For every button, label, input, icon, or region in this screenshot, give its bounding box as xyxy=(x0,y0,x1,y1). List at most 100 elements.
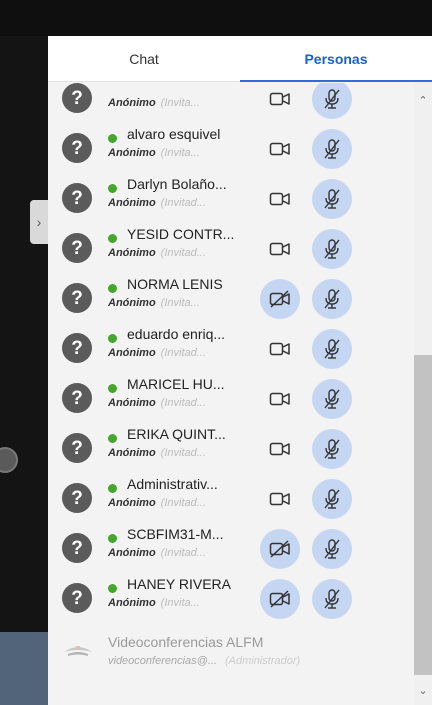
participant-role-label: Anónimo xyxy=(108,397,156,409)
participant-name: alvaro esquivel xyxy=(127,126,221,142)
participant-role-note: (Invita... xyxy=(160,597,200,609)
scrollbar-thumb[interactable] xyxy=(414,355,432,675)
participant-role-note: (Invita... xyxy=(160,147,200,159)
participant-role-label: Anónimo xyxy=(108,97,156,109)
people-panel: Chat Personas ? Anónimo (Invita...? alvaro … xyxy=(48,36,432,705)
participant-row[interactable]: ? YESID CONTR... Anónimo (Invitad... xyxy=(48,223,414,275)
question-mark-avatar-icon: ? xyxy=(62,433,92,463)
tab-chat[interactable]: Chat xyxy=(48,36,240,81)
video-camera-icon[interactable] xyxy=(260,479,300,519)
microphone-muted-icon[interactable] xyxy=(312,229,352,269)
microphone-muted-icon[interactable] xyxy=(312,129,352,169)
participant-name: NORMA LENIS xyxy=(127,276,223,292)
chevron-right-icon: › xyxy=(36,214,42,230)
microphone-muted-icon[interactable] xyxy=(312,579,352,619)
organization-logo-icon xyxy=(64,646,92,656)
question-mark-avatar-icon: ? xyxy=(62,233,92,263)
microphone-muted-icon[interactable] xyxy=(312,529,352,569)
online-dot-icon xyxy=(108,334,117,343)
panel-toggle-button[interactable]: › xyxy=(30,200,48,244)
participant-role-note: (Invitad... xyxy=(160,497,206,509)
participant-role-label: Anónimo xyxy=(108,197,156,209)
participant-role: Anónimo (Invita... xyxy=(108,147,258,159)
admin-role: (Administrador) xyxy=(225,655,301,667)
microphone-muted-icon[interactable] xyxy=(312,429,352,469)
question-mark-avatar-icon: ? xyxy=(62,83,92,113)
microphone-muted-icon[interactable] xyxy=(312,379,352,419)
video-camera-icon[interactable] xyxy=(260,229,300,269)
participant-role-label: Anónimo xyxy=(108,247,156,259)
video-camera-icon[interactable] xyxy=(260,329,300,369)
participant-role-note: (Invitad... xyxy=(160,347,206,359)
participant-list[interactable]: ? Anónimo (Invita...? alvaro esquivel Anónim… xyxy=(48,83,432,705)
tab-personas[interactable]: Personas xyxy=(240,36,432,82)
video-camera-off-icon[interactable] xyxy=(260,579,300,619)
participant-role-note: (Invita... xyxy=(160,97,200,109)
online-dot-icon xyxy=(108,284,117,293)
video-stage-bottom xyxy=(0,632,48,705)
participant-role-note: (Invitad... xyxy=(160,197,206,209)
microphone-muted-icon[interactable] xyxy=(312,329,352,369)
microphone-muted-icon[interactable] xyxy=(312,83,352,119)
question-mark-avatar-icon: ? xyxy=(62,583,92,613)
participant-role-label: Anónimo xyxy=(108,547,156,559)
question-mark-avatar-icon: ? xyxy=(62,183,92,213)
participant-role-note: (Invitad... xyxy=(160,547,206,559)
admin-email: videoconferencias@... xyxy=(108,655,218,667)
participant-row[interactable]: ? NORMA LENIS Anónimo (Invita... xyxy=(48,273,414,325)
online-dot-icon xyxy=(108,484,117,493)
participant-role-note: (Invitad... xyxy=(160,447,206,459)
participant-row[interactable]: ? Administrativ... Anónimo (Invitad... xyxy=(48,473,414,525)
video-camera-icon[interactable] xyxy=(260,179,300,219)
online-dot-icon xyxy=(108,134,117,143)
participant-row[interactable]: ? ERIKA QUINT... Anónimo (Invitad... xyxy=(48,423,414,475)
participant-role: Anónimo (Invitad... xyxy=(108,447,258,459)
question-mark-avatar-icon: ? xyxy=(62,333,92,363)
question-mark-avatar-icon: ? xyxy=(62,133,92,163)
video-camera-off-icon[interactable] xyxy=(260,529,300,569)
participant-row[interactable]: ? Darlyn Bolaño... Anónimo (Invitad... xyxy=(48,173,414,225)
video-camera-icon[interactable] xyxy=(260,379,300,419)
participant-role-note: (Invitad... xyxy=(160,397,206,409)
participant-role-label: Anónimo xyxy=(108,147,156,159)
participant-role: Anónimo (Invita... xyxy=(108,97,258,109)
participant-role-note: (Invitad... xyxy=(160,247,206,259)
participant-name: MARICEL HU... xyxy=(127,376,225,392)
participant-name: ERIKA QUINT... xyxy=(127,426,226,442)
participant-row[interactable]: ? eduardo enriq... Anónimo (Invitad... xyxy=(48,323,414,375)
list-scrollbar[interactable]: ⌃ ⌄ xyxy=(414,83,432,705)
participant-role: Anónimo (Invitad... xyxy=(108,247,258,259)
admin-row[interactable]: Videoconferencias ALFM videoconferencias… xyxy=(48,628,414,680)
video-stage xyxy=(0,36,48,705)
participant-name: Darlyn Bolaño... xyxy=(127,176,227,192)
video-camera-icon[interactable] xyxy=(260,83,300,119)
participant-row[interactable]: ? MARICEL HU... Anónimo (Invitad... xyxy=(48,373,414,425)
app-top-bar xyxy=(0,0,432,36)
participant-name: YESID CONTR... xyxy=(127,226,235,242)
participant-row[interactable]: ? alvaro esquivel Anónimo (Invita... xyxy=(48,123,414,175)
online-dot-icon xyxy=(108,534,117,543)
participant-role-label: Anónimo xyxy=(108,347,156,359)
participant-row[interactable]: ? SCBFIM31-M... Anónimo (Invitad... xyxy=(48,523,414,575)
participant-role: Anónimo (Invitad... xyxy=(108,347,258,359)
participant-role: Anónimo (Invitad... xyxy=(108,397,258,409)
microphone-muted-icon[interactable] xyxy=(312,279,352,319)
participant-name: HANEY RIVERA xyxy=(127,576,231,592)
question-mark-avatar-icon: ? xyxy=(62,483,92,513)
participant-name: eduardo enriq... xyxy=(127,326,226,342)
participant-name: Administrativ... xyxy=(127,476,218,492)
microphone-muted-icon[interactable] xyxy=(312,179,352,219)
participant-role-label: Anónimo xyxy=(108,447,156,459)
question-mark-avatar-icon: ? xyxy=(62,383,92,413)
microphone-muted-icon[interactable] xyxy=(312,479,352,519)
online-dot-icon xyxy=(108,434,117,443)
participant-role: Anónimo (Invitad... xyxy=(108,497,258,509)
participant-row[interactable]: ? HANEY RIVERA Anónimo (Invita... xyxy=(48,573,414,625)
video-camera-icon[interactable] xyxy=(260,429,300,469)
chevron-up-icon[interactable]: ⌃ xyxy=(414,91,432,109)
video-camera-off-icon[interactable] xyxy=(260,279,300,319)
chevron-down-icon[interactable]: ⌄ xyxy=(414,681,432,699)
participant-row[interactable]: ? Anónimo (Invita... xyxy=(48,83,414,125)
participant-role-label: Anónimo xyxy=(108,597,156,609)
video-camera-icon[interactable] xyxy=(260,129,300,169)
